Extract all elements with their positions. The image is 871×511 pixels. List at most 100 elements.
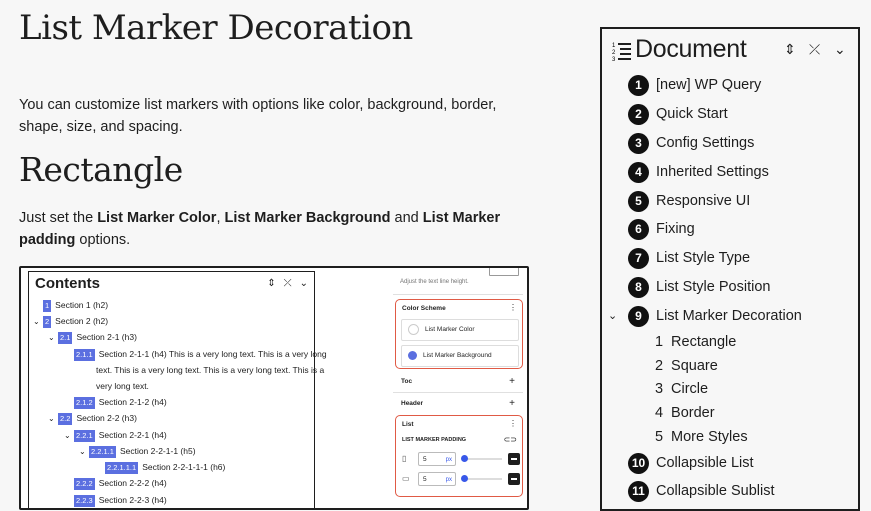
outline-item[interactable]: 7 List Style Type [628,247,750,269]
text-fragment: options. [75,232,131,248]
chevron-down-icon[interactable]: ⌄ [64,428,74,444]
toc-row[interactable]: ⌄ 2.2 Section 2-2 (h3) [48,410,137,427]
horizontal-padding-icon: ▭ [402,474,410,483]
toc-row[interactable]: 2.2.1.1.1 Section 2-2-1-1-1 (h6) [105,459,225,475]
outline-item[interactable]: 10 Collapsible List [628,452,754,474]
outline-subitem[interactable]: 4 Border [655,403,715,423]
toc-row[interactable]: 2.2.3 Section 2-2-3 (h4) [74,492,167,508]
subitem-number: 2 [655,358,664,374]
toc-number: 2.2.1.1.1 [105,461,139,474]
outline-subitem[interactable]: 2 Square [655,356,718,376]
outline-number-badge: 3 [628,132,649,154]
toc-label: Section 2 (h2) [55,316,109,326]
line-height-input[interactable] [489,268,519,276]
padding-input[interactable]: 5 px [418,472,456,486]
subitem-number: 5 [655,429,664,445]
marker-color-option[interactable]: List Marker Color [401,319,519,341]
divider [393,392,523,393]
toc-number: 2.2.2 [74,477,95,490]
outline-header: 1 2 3 Document ⇕ ⤫ ⌄ [612,35,852,67]
outline-item-active[interactable]: 9 List Marker Decoration [628,305,802,327]
padding-slider[interactable] [461,455,502,462]
outline-item[interactable]: 8 List Style Position [628,276,770,298]
list-panel: List ⋮ LIST MARKER PADDING ⊂⊃ ▯ 5 px ▭ 5 p… [395,415,523,497]
toc-header: Contents ⇕ ⤫ ⌄ [29,272,314,294]
toc-label: Section 2-2-1-1-1 (h6) [142,462,226,472]
toc-row[interactable]: ⌄ 2.2.1 Section 2-2-1 (h4) [64,427,167,444]
toc-row[interactable]: ⌄ 2.1 Section 2-1 (h3) [48,329,137,346]
toc-title: Contents [35,274,100,292]
toc-row[interactable]: 2.1.2 Section 2-1-2 (h4) [74,394,167,410]
hint-text: Adjust the text line height. [400,279,469,285]
outline-item[interactable]: 2 Quick Start [628,103,728,125]
outline-subitem[interactable]: 5 More Styles [655,427,748,447]
slider-thumb[interactable] [461,475,468,482]
outline-item-label: List Style Position [656,279,771,296]
chevron-down-icon[interactable]: ⌄ [300,278,308,289]
panel-label: Toc [401,378,413,385]
collapse-icon[interactable]: ⤫ [809,41,820,58]
settings-toggle-button[interactable] [508,453,520,465]
toc-number: 2.2.1.1 [89,445,116,458]
text-fragment: Just set the [19,210,98,226]
toc-row[interactable]: ⌄ 2 Section 2 (h2) [33,313,108,330]
toc-number: 2.1 [58,331,73,344]
chevron-down-icon[interactable]: ⌄ [608,309,617,322]
toc-number: 2.1.1 [74,348,95,361]
example-screenshot: Contents ⇕ ⤫ ⌄ 1 Section 1 (h2) ⌄ 2 Section… [19,266,529,510]
outline-item-label: List Marker Decoration [656,308,802,325]
toc-row[interactable]: 2.1.1 Section 2-1-1 (h4) This is a very l… [74,346,327,362]
padding-slider[interactable] [461,475,502,482]
chevron-down-icon[interactable]: ⌄ [48,330,58,346]
outline-number-badge: 1 [628,74,649,96]
slider-thumb[interactable] [461,455,468,462]
padding-value: 5 [423,456,427,463]
settings-sidebar: Adjust the text line height. Color Schem… [393,268,523,508]
outline-item[interactable]: 3 Config Settings [628,132,754,154]
outline-item[interactable]: 4 Inherited Settings [628,161,769,183]
chevron-down-icon[interactable]: ⌄ [79,444,89,460]
outline-item[interactable]: 5 Responsive UI [628,190,750,212]
toc-number: 2.2 [58,412,73,425]
outline-item[interactable]: 11 Collapsible Sublist [628,480,774,502]
toc-label: Section 1 (h2) [55,300,109,310]
toc-row[interactable]: 1 Section 1 (h2) [43,297,108,313]
outline-item[interactable]: 6 Fixing [628,218,695,240]
sort-icon[interactable]: ⇕ [267,278,275,289]
toc-label: Section 2-1-2 (h4) [98,397,167,407]
outline-number-badge: 11 [628,480,649,502]
outline-number-badge: 7 [628,247,649,269]
toc-row[interactable]: ⌄ 2.2.1.1 Section 2-2-1-1 (h5) [79,443,196,460]
header-panel-toggle[interactable]: Header + [395,398,519,409]
toc-row[interactable]: 2.2.2 Section 2-2-2 (h4) [74,475,167,491]
outline-item-label: Config Settings [656,135,755,152]
link-icon[interactable]: ⊂⊃ [504,435,517,444]
toc-label: Section 2-2-1 (h4) [98,430,167,440]
padding-input[interactable]: 5 px [418,452,456,466]
marker-background-option[interactable]: List Marker Background [401,345,519,367]
plus-icon[interactable]: + [509,376,515,387]
more-icon[interactable]: ⋮ [509,419,517,428]
chevron-down-icon[interactable]: ⌄ [48,411,58,427]
sort-icon[interactable]: ⇕ [784,41,796,58]
option-label: List Marker Color [425,326,475,333]
subitem-label: Rectangle [671,334,737,350]
collapse-icon[interactable]: ⤫ [284,278,292,289]
padding-control-horizontal: ▭ 5 px [402,472,520,486]
toc-panel-toggle[interactable]: Toc + [395,376,519,387]
toc-label: Section 2-2-1-1 (h5) [119,446,196,456]
toc-label: Section 2-2-3 (h4) [98,495,167,505]
outline-subitem[interactable]: 3 Circle [655,379,708,399]
outline-subitem[interactable]: 1 Rectangle [655,332,736,352]
chevron-down-icon[interactable]: ⌄ [834,41,846,58]
outline-item-label: Collapsible Sublist [656,483,775,500]
chevron-down-icon[interactable]: ⌄ [33,314,43,330]
bold-list-marker-color: List Marker Color [97,210,217,226]
toc-label: Section 2-2-2 (h4) [98,478,167,488]
document-outline-panel: 1 2 3 Document ⇕ ⤫ ⌄ 1 [new] WP Query 2 Qu… [600,27,860,511]
settings-toggle-button[interactable] [508,473,520,485]
color-swatch [408,350,417,360]
plus-icon[interactable]: + [509,398,515,409]
outline-item[interactable]: 1 [new] WP Query [628,74,761,96]
more-icon[interactable]: ⋮ [509,303,517,312]
